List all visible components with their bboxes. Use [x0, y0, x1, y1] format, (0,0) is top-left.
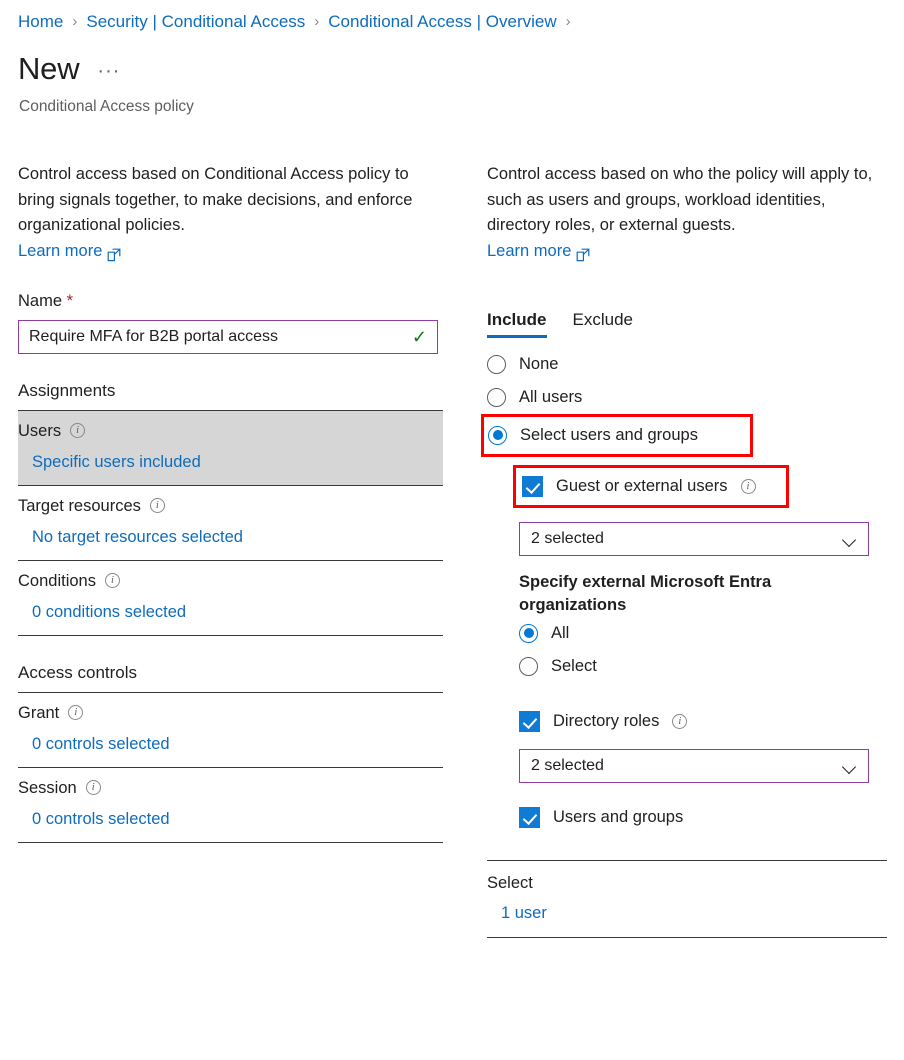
external-link-icon: [107, 245, 121, 259]
radio-selected-icon: [488, 426, 507, 445]
checkbox-label-guest-or-external-users: Guest or external users: [556, 477, 728, 496]
radio-option-select-users-and-groups[interactable]: Select users and groups: [488, 419, 744, 452]
grant-value[interactable]: 0 controls selected: [32, 733, 443, 755]
radio-label-external-orgs-select: Select: [551, 657, 597, 676]
assignment-target-resources-value[interactable]: No target resources selected: [32, 526, 443, 548]
checkbox-option-guest-or-external-users[interactable]: Guest or external users i: [522, 470, 780, 503]
radio-option-none[interactable]: None: [487, 348, 887, 381]
radio-label-external-orgs-all: All: [551, 624, 569, 643]
radio-option-external-orgs-select[interactable]: Select: [519, 650, 887, 683]
radio-icon: [519, 657, 538, 676]
assignment-users-value[interactable]: Specific users included: [32, 451, 443, 473]
radio-icon: [487, 355, 506, 374]
info-icon[interactable]: i: [86, 780, 101, 795]
assignment-users-label-row: Users i: [18, 420, 443, 442]
learn-more-label: Learn more: [487, 239, 571, 264]
users-description: Control access based on who the policy w…: [487, 162, 887, 239]
users-assignment-column: Control access based on who the policy w…: [487, 162, 887, 938]
info-icon[interactable]: i: [70, 423, 85, 438]
info-icon[interactable]: i: [741, 479, 756, 494]
checkbox-label-directory-roles: Directory roles: [553, 712, 659, 731]
annotation-box-select-users-and-groups: Select users and groups: [481, 414, 753, 457]
divider: [487, 937, 887, 938]
assignment-row-users[interactable]: Users i Specific users included: [18, 411, 443, 485]
checkbox-option-users-and-groups[interactable]: Users and groups: [519, 801, 887, 834]
page-title: New: [18, 50, 79, 88]
session-label: Session: [18, 777, 77, 799]
assignment-conditions-label-row: Conditions i: [18, 570, 443, 592]
more-options-icon[interactable]: ···: [97, 56, 120, 88]
radio-label-none: None: [519, 355, 558, 374]
breadcrumb-item-security-conditional-access[interactable]: Security | Conditional Access: [86, 10, 305, 34]
assignment-target-resources-label: Target resources: [18, 495, 141, 517]
guest-types-dropdown-value: 2 selected: [531, 530, 844, 548]
checkbox-label-users-and-groups: Users and groups: [553, 808, 683, 827]
chevron-down-icon: [844, 535, 857, 543]
divider: [18, 842, 443, 843]
radio-label-all-users: All users: [519, 388, 582, 407]
info-icon[interactable]: i: [105, 573, 120, 588]
radio-option-external-orgs-all[interactable]: All: [519, 617, 887, 650]
select-section-label: Select: [487, 874, 887, 893]
tab-include[interactable]: Include: [487, 310, 547, 338]
access-control-row-grant[interactable]: Grant i 0 controls selected: [18, 693, 443, 767]
policy-summary-column: Control access based on Conditional Acce…: [18, 162, 443, 843]
grant-label-row: Grant i: [18, 702, 443, 724]
breadcrumb-item-home[interactable]: Home: [18, 10, 63, 34]
checkbox-checked-icon: [519, 807, 540, 828]
chevron-right-icon: ›: [566, 10, 571, 34]
radio-label-select-users-and-groups: Select users and groups: [520, 426, 698, 445]
required-asterisk: *: [67, 292, 73, 310]
external-link-icon: [576, 245, 590, 259]
policy-description: Control access based on Conditional Acce…: [18, 162, 443, 239]
info-icon[interactable]: i: [672, 714, 687, 729]
name-label-text: Name: [18, 292, 62, 310]
assignment-target-resources-label-row: Target resources i: [18, 495, 443, 517]
chevron-down-icon: [844, 762, 857, 770]
directory-roles-dropdown-value: 2 selected: [531, 757, 844, 775]
access-controls-heading: Access controls: [18, 663, 443, 683]
assignment-users-label: Users: [18, 420, 61, 442]
access-control-row-session[interactable]: Session i 0 controls selected: [18, 768, 443, 842]
assignment-conditions-value[interactable]: 0 conditions selected: [32, 601, 443, 623]
assignments-heading: Assignments: [18, 381, 443, 401]
learn-more-label: Learn more: [18, 239, 102, 264]
breadcrumb: Home › Security | Conditional Access › C…: [18, 10, 571, 34]
session-value[interactable]: 0 controls selected: [32, 808, 443, 830]
chevron-right-icon: ›: [314, 10, 319, 34]
name-input-wrapper[interactable]: ✓: [18, 320, 438, 354]
checkbox-option-directory-roles[interactable]: Directory roles i: [519, 705, 887, 738]
divider: [487, 860, 887, 861]
name-input[interactable]: [29, 328, 412, 346]
guest-types-dropdown[interactable]: 2 selected: [519, 522, 869, 556]
select-section-value[interactable]: 1 user: [501, 904, 887, 923]
tab-exclude[interactable]: Exclude: [573, 310, 633, 338]
assignment-row-conditions[interactable]: Conditions i 0 conditions selected: [18, 561, 443, 635]
page-subtitle: Conditional Access policy: [19, 96, 194, 118]
session-label-row: Session i: [18, 777, 443, 799]
include-exclude-tabs: Include Exclude: [487, 310, 887, 338]
specify-external-orgs-heading: Specify external Microsoft Entra organiz…: [519, 571, 839, 617]
learn-more-link-left[interactable]: Learn more: [18, 239, 121, 264]
info-icon[interactable]: i: [68, 705, 83, 720]
grant-label: Grant: [18, 702, 59, 724]
name-field-label: Name *: [18, 292, 443, 311]
checkbox-checked-icon: [519, 711, 540, 732]
radio-icon: [487, 388, 506, 407]
info-icon[interactable]: i: [150, 498, 165, 513]
page-title-row: New ···: [18, 50, 120, 88]
checkbox-checked-icon: [522, 476, 543, 497]
directory-roles-dropdown[interactable]: 2 selected: [519, 749, 869, 783]
conditional-access-new-policy-page: Home › Security | Conditional Access › C…: [0, 0, 904, 1060]
divider: [18, 635, 443, 636]
assignment-conditions-label: Conditions: [18, 570, 96, 592]
valid-check-icon: ✓: [412, 328, 427, 346]
radio-selected-icon: [519, 624, 538, 643]
annotation-box-guest-or-external-users: Guest or external users i: [513, 465, 789, 508]
radio-option-all-users[interactable]: All users: [487, 381, 887, 414]
chevron-right-icon: ›: [72, 10, 77, 34]
breadcrumb-item-conditional-access-overview[interactable]: Conditional Access | Overview: [328, 10, 556, 34]
assignment-row-target-resources[interactable]: Target resources i No target resources s…: [18, 486, 443, 560]
learn-more-link-right[interactable]: Learn more: [487, 239, 590, 264]
